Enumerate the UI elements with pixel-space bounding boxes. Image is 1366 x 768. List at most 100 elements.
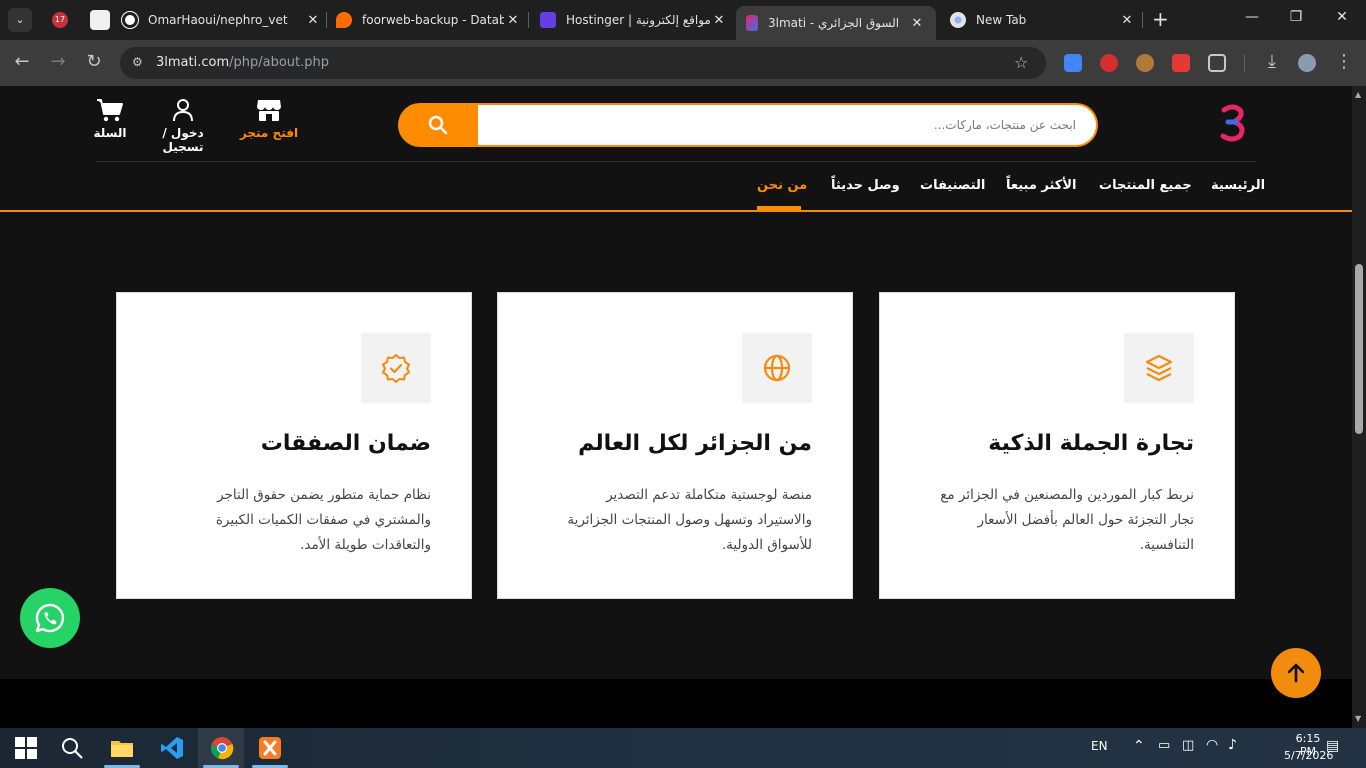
notifications-icon[interactable]: ▤ xyxy=(1326,738,1339,754)
feature-description: منصة لوجستية متكاملة تدعم التصدير والاست… xyxy=(567,487,812,553)
badge-check-icon xyxy=(382,354,410,383)
profile-avatar[interactable] xyxy=(1298,54,1316,72)
feature-title: تجارة الجملة الذكية xyxy=(988,431,1194,456)
cart-label: السلة xyxy=(93,126,127,140)
tab-search-button[interactable]: ⌄ xyxy=(8,8,32,32)
site-header: افتح متجر دخول / تسجيل السلة الرئيسية جم… xyxy=(0,86,1352,212)
feature-title: من الجزائر لكل العالم xyxy=(578,431,812,456)
url-host: 3lmati.com xyxy=(156,55,230,70)
cookie-icon[interactable] xyxy=(1136,54,1154,72)
close-window-button[interactable]: ✕ xyxy=(1332,9,1352,25)
tab-new-tab[interactable]: New Tab ✕ xyxy=(950,4,1136,36)
windows-taskbar: EN ⌃ ▭ ◫ ◠ ♪ 6:15 PM 5/7/2026 ▤ xyxy=(0,728,1366,768)
scroll-thumb[interactable] xyxy=(1355,264,1363,434)
back-to-top-button[interactable] xyxy=(1271,648,1321,698)
layers-icon xyxy=(1145,354,1173,382)
site-info-icon[interactable]: ⚙ xyxy=(132,55,143,69)
search-bar xyxy=(398,103,1098,147)
chrome-menu-icon[interactable]: ⋮ xyxy=(1332,51,1356,72)
google-translate-icon[interactable] xyxy=(1064,54,1082,72)
3lmati-icon xyxy=(746,15,758,31)
pinned-tab-blank-icon[interactable] xyxy=(90,10,110,30)
scroll-up-arrow[interactable]: ▲ xyxy=(1355,90,1361,99)
language-indicator[interactable]: EN xyxy=(1091,739,1108,753)
tab-github[interactable]: OmarHaoui/nephro_vet ✕ xyxy=(122,4,322,36)
about-features-section: تجارة الجملة الذكية نربط كبار الموردين و… xyxy=(0,212,1352,679)
close-tab-icon[interactable]: ✕ xyxy=(304,13,322,28)
tab-hostinger[interactable]: Hostinger | مواقع إلكترونية ✕ xyxy=(540,4,728,36)
reload-button[interactable]: ↻ xyxy=(82,51,106,72)
wifi-icon[interactable]: ◠ xyxy=(1206,737,1218,753)
chrome-icon[interactable] xyxy=(210,736,234,760)
nav-item-categories[interactable]: التصنيفات xyxy=(920,178,985,193)
arrow-up-icon xyxy=(1287,663,1305,683)
search-input[interactable] xyxy=(478,105,1096,145)
tab-foorweb[interactable]: foorweb-backup - Databa ✕ xyxy=(336,4,522,36)
user-icon xyxy=(173,99,193,122)
login-register-button[interactable]: دخول / تسجيل xyxy=(144,98,222,154)
file-explorer-icon[interactable] xyxy=(110,736,134,760)
globe-icon xyxy=(763,354,791,382)
cart-button[interactable]: السلة xyxy=(90,98,130,140)
windows-start-icon[interactable] xyxy=(14,736,38,760)
tab-title: OmarHaoui/nephro_vet xyxy=(148,13,288,27)
minimize-button[interactable]: — xyxy=(1242,9,1262,25)
feature-icon-box xyxy=(361,333,431,403)
close-tab-icon[interactable]: ✕ xyxy=(710,13,728,28)
close-tab-icon[interactable]: ✕ xyxy=(908,16,926,31)
scroll-down-arrow[interactable]: ▼ xyxy=(1355,714,1361,723)
store-icon xyxy=(257,100,281,121)
close-tab-icon[interactable]: ✕ xyxy=(504,13,522,28)
tab-title: Hostinger | مواقع إلكترونية xyxy=(566,13,710,27)
bookmark-star-icon[interactable]: ☆ xyxy=(1014,53,1028,72)
feature-icon-box xyxy=(1124,333,1194,403)
open-store-label: افتح متجر xyxy=(239,126,299,140)
feature-card-wholesale: تجارة الجملة الذكية نربط كبار الموردين و… xyxy=(879,292,1235,599)
extension-red-icon[interactable] xyxy=(1172,54,1190,72)
tab-title: 3lmati - السوق الجزائري xyxy=(768,16,900,30)
nav-item-all-products[interactable]: جميع المنتجات xyxy=(1099,178,1192,193)
open-store-button[interactable]: افتح متجر xyxy=(238,98,300,140)
nav-item-new-arrivals[interactable]: وصل حديثاً xyxy=(831,178,900,193)
whatsapp-icon xyxy=(35,603,65,633)
search-button[interactable] xyxy=(398,103,478,147)
adblock-icon[interactable] xyxy=(1100,54,1118,72)
search-icon[interactable] xyxy=(60,736,84,760)
vscode-icon[interactable] xyxy=(160,736,184,760)
page-scrollbar[interactable]: ▲ ▼ xyxy=(1352,86,1366,728)
3lmati-logo[interactable] xyxy=(1218,104,1248,142)
forward-button[interactable]: → xyxy=(46,51,70,72)
whatsapp-button[interactable] xyxy=(20,588,80,648)
nav-item-best-sellers[interactable]: الأكثر مبيعاً xyxy=(1006,178,1077,193)
clock-date[interactable]: 5/7/2026 xyxy=(1284,749,1333,762)
footer-band xyxy=(0,679,1352,728)
login-register-label: دخول / تسجيل xyxy=(162,126,204,154)
battery-icon[interactable]: ▭ xyxy=(1158,738,1170,753)
pinned-tab-icon[interactable]: 17 xyxy=(52,12,68,28)
back-button[interactable]: ← xyxy=(10,51,34,72)
tab-title: foorweb-backup - Databa xyxy=(362,13,504,27)
new-tab-button[interactable]: + xyxy=(1152,8,1169,30)
device-icon[interactable]: ◫ xyxy=(1182,738,1194,753)
chrome-icon xyxy=(950,12,966,28)
feature-card-global: من الجزائر لكل العالم منصة لوجستية متكام… xyxy=(497,292,853,599)
nav-item-about-us[interactable]: من نحن xyxy=(757,178,807,193)
restore-button[interactable]: ❐ xyxy=(1286,9,1306,25)
volume-icon[interactable]: ♪ xyxy=(1228,737,1237,753)
search-icon xyxy=(428,115,448,135)
url-path: /php/about.php xyxy=(229,55,330,70)
xampp-icon[interactable] xyxy=(258,736,282,760)
extensions-puzzle-icon[interactable] xyxy=(1208,54,1226,72)
tab-title: New Tab xyxy=(976,13,1027,27)
hostinger-icon xyxy=(540,12,556,28)
download-icon[interactable]: ⤓ xyxy=(1260,51,1284,72)
address-bar[interactable]: ⚙ 3lmati.com/php/about.php ☆ xyxy=(120,47,1046,79)
github-icon xyxy=(122,12,138,28)
tray-chevron-icon[interactable]: ⌃ xyxy=(1133,738,1145,754)
browser-tab-strip: ⌄ 17 OmarHaoui/nephro_vet ✕ foorweb-back… xyxy=(0,0,1366,40)
nav-item-home[interactable]: الرئيسية xyxy=(1211,178,1265,193)
close-tab-icon[interactable]: ✕ xyxy=(1118,13,1136,28)
tab-3lmati[interactable]: 3lmati - السوق الجزائري ✕ xyxy=(736,6,936,40)
header-divider xyxy=(96,161,1256,162)
feature-icon-box xyxy=(742,333,812,403)
